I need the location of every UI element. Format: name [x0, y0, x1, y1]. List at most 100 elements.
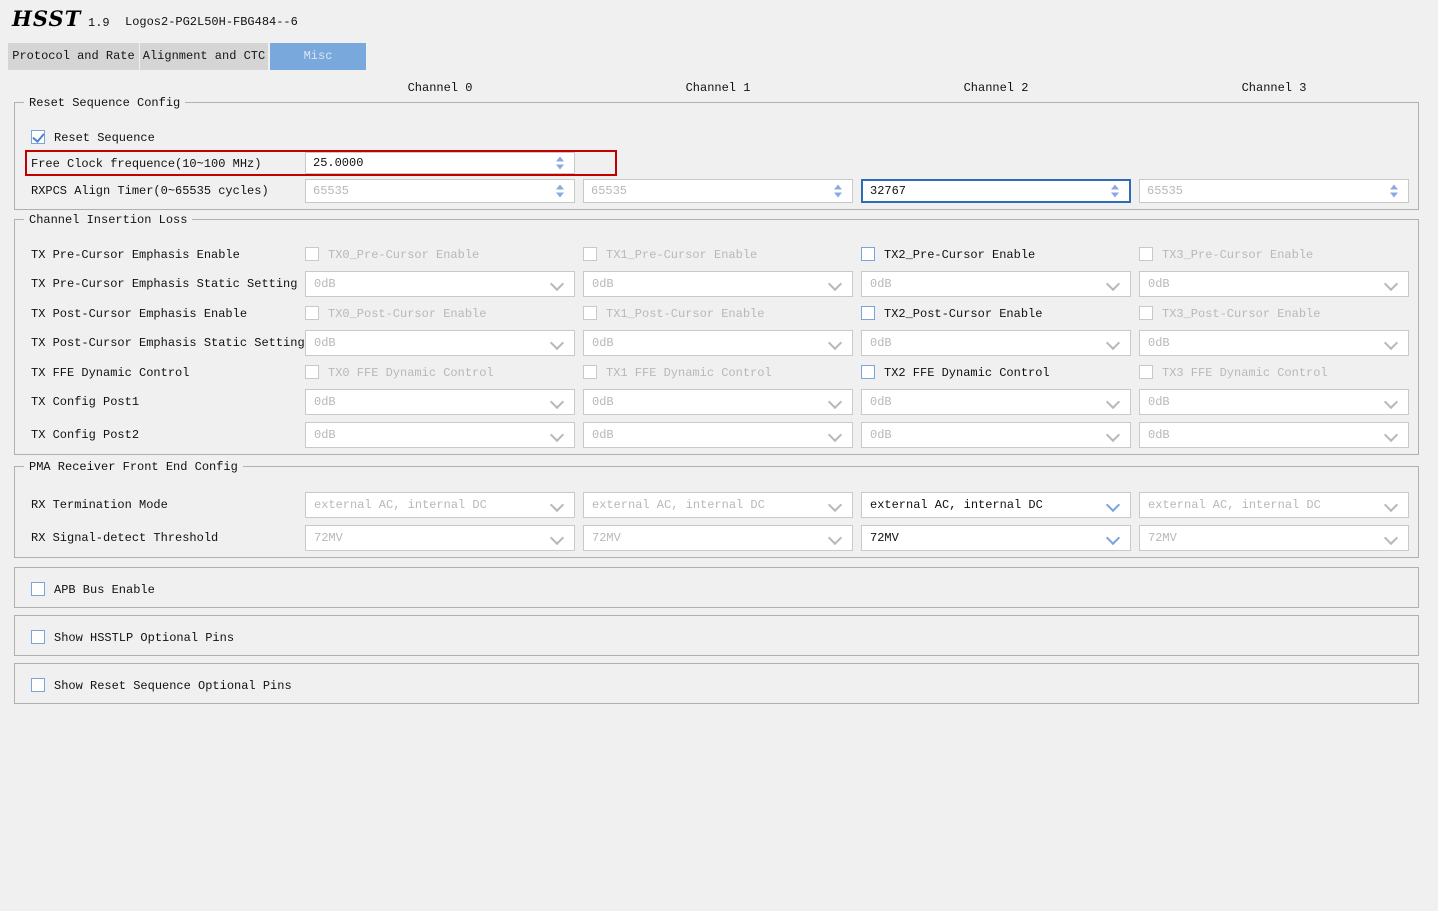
spinner-down-icon [1390, 193, 1398, 198]
rx-termination-mode-select-ch2[interactable]: external AC, internal DC [861, 492, 1131, 518]
spinner-down-icon [556, 193, 564, 198]
tx-pre-cursor-enable-label-ch0: TX0_Pre-Cursor Enable [328, 248, 479, 262]
rx-signal-detect-threshold-select-ch0: 72MV [305, 525, 575, 551]
tx-pre-cursor-static-select-ch0: 0dB [305, 271, 575, 297]
tab-protocol-and-rate[interactable]: Protocol and Rate [8, 43, 139, 70]
tx-pre-cursor-enable-checkbox-ch1 [583, 247, 597, 261]
tx-config-post1-select-ch3: 0dB [1139, 389, 1409, 415]
tab-alignment-and-ctc[interactable]: Alignment and CTC [140, 43, 268, 70]
rxpcs-align-timer-input-ch2[interactable]: 32767 [861, 179, 1131, 203]
show-hsstlp-optional-pins-label: Show HSSTLP Optional Pins [54, 631, 234, 645]
select-value: 0dB [870, 428, 892, 442]
tx-ffe-dynamic-checkbox-ch3 [1139, 365, 1153, 379]
tx-post-cursor-static-select-ch3: 0dB [1139, 330, 1409, 356]
show-reset-sequence-optional-pins-checkbox[interactable] [31, 678, 45, 692]
select-value: 0dB [870, 395, 892, 409]
tx-pre-cursor-enable-checkbox-ch2[interactable] [861, 247, 875, 261]
free-clock-value: 25.0000 [313, 156, 363, 170]
rxpcs-align-timer-input-ch1: 65535 [583, 179, 853, 203]
tab-misc[interactable]: Misc [270, 43, 366, 70]
channel-header-0: Channel 0 [305, 81, 575, 95]
chevron-down-icon [1384, 277, 1398, 291]
chevron-down-icon [1106, 531, 1120, 545]
select-value: 0dB [592, 428, 614, 442]
rxpcs-align-timer-label: RXPCS Align Timer(0~65535 cycles) [31, 184, 269, 198]
tx-pre-cursor-enable-label-ch2: TX2_Pre-Cursor Enable [884, 248, 1035, 262]
spinner-icons [556, 185, 564, 198]
tx-post-cursor-enable-checkbox-ch1 [583, 306, 597, 320]
reset-sequence-config-title: Reset Sequence Config [24, 96, 185, 110]
channel-header-1: Channel 1 [583, 81, 853, 95]
select-value: 0dB [1148, 277, 1170, 291]
select-value: external AC, internal DC [592, 498, 765, 512]
reset-sequence-label: Reset Sequence [54, 131, 155, 145]
rx-signal-detect-threshold-select-ch2[interactable]: 72MV [861, 525, 1131, 551]
apb-bus-enable-label: APB Bus Enable [54, 583, 155, 597]
select-value: external AC, internal DC [1148, 498, 1321, 512]
tx-config-post1-select-ch1: 0dB [583, 389, 853, 415]
spinner-icons[interactable] [556, 157, 564, 170]
tx-ffe-dynamic-label-ch2: TX2 FFE Dynamic Control [884, 366, 1050, 380]
spinner-icons [834, 185, 842, 198]
chevron-down-icon [550, 395, 564, 409]
tx-config-post2-select-ch1: 0dB [583, 422, 853, 448]
rxpcs-align-timer-input-ch0: 65535 [305, 179, 575, 203]
tx-ffe-dynamic-label-ch1: TX1 FFE Dynamic Control [606, 366, 772, 380]
select-value: 0dB [314, 277, 336, 291]
select-value: 72MV [314, 531, 343, 545]
tx-pre-cursor-enable-row-label: TX Pre-Cursor Emphasis Enable [31, 248, 240, 262]
spinner-icons [1390, 185, 1398, 198]
tx-post-cursor-static-row-label: TX Post-Cursor Emphasis Static Setting [31, 336, 305, 350]
select-value: 0dB [1148, 336, 1170, 350]
tx-config-post1-select-ch2: 0dB [861, 389, 1131, 415]
tx-ffe-dynamic-label-ch3: TX3 FFE Dynamic Control [1162, 366, 1328, 380]
tx-post-cursor-enable-checkbox-ch0 [305, 306, 319, 320]
spinner-up-icon[interactable] [556, 157, 564, 162]
rxpcs-align-timer-input-ch3: 65535 [1139, 179, 1409, 203]
chevron-down-icon [1384, 395, 1398, 409]
rx-termination-mode-select-ch0: external AC, internal DC [305, 492, 575, 518]
free-clock-frequency-input[interactable]: 25.0000 [305, 152, 575, 174]
tx-ffe-dynamic-checkbox-ch0 [305, 365, 319, 379]
chevron-down-icon [828, 531, 842, 545]
chevron-down-icon [1106, 395, 1120, 409]
tx-post-cursor-enable-checkbox-ch2[interactable] [861, 306, 875, 320]
spinner-down-icon[interactable] [556, 165, 564, 170]
tx-post-cursor-enable-label-ch3: TX3_Post-Cursor Enable [1162, 307, 1320, 321]
chevron-down-icon [828, 336, 842, 350]
spinner-down-icon[interactable] [1111, 193, 1119, 198]
select-value: 0dB [314, 336, 336, 350]
tx-post-cursor-enable-label-ch2: TX2_Post-Cursor Enable [884, 307, 1042, 321]
chevron-down-icon [828, 277, 842, 291]
tx-pre-cursor-static-select-ch3: 0dB [1139, 271, 1409, 297]
tx-ffe-dynamic-checkbox-ch2[interactable] [861, 365, 875, 379]
tx-ffe-dynamic-label-ch0: TX0 FFE Dynamic Control [328, 366, 494, 380]
chevron-down-icon [1106, 428, 1120, 442]
chevron-down-icon [550, 428, 564, 442]
tx-post-cursor-enable-label-ch0: TX0_Post-Cursor Enable [328, 307, 486, 321]
channel-insertion-loss-title: Channel Insertion Loss [24, 213, 192, 227]
select-value: external AC, internal DC [870, 498, 1043, 512]
tx-ffe-dynamic-checkbox-ch1 [583, 365, 597, 379]
spinner-up-icon[interactable] [1111, 185, 1119, 190]
spinner-down-icon [834, 193, 842, 198]
tx-config-post2-select-ch2: 0dB [861, 422, 1131, 448]
select-value: 72MV [870, 531, 899, 545]
select-value: 0dB [592, 395, 614, 409]
free-clock-label: Free Clock frequence(10~100 MHz) [31, 157, 261, 171]
show-hsstlp-optional-pins-checkbox[interactable] [31, 630, 45, 644]
tx-config-post2-select-ch3: 0dB [1139, 422, 1409, 448]
tx-pre-cursor-static-select-ch1: 0dB [583, 271, 853, 297]
rx-signal-detect-threshold-row-label: RX Signal-detect Threshold [31, 531, 218, 545]
tx-config-post1-select-ch0: 0dB [305, 389, 575, 415]
select-value: external AC, internal DC [314, 498, 487, 512]
rx-termination-mode-select-ch1: external AC, internal DC [583, 492, 853, 518]
chevron-down-icon [1384, 428, 1398, 442]
chevron-down-icon [550, 498, 564, 512]
select-value: 0dB [592, 277, 614, 291]
apb-bus-enable-checkbox[interactable] [31, 582, 45, 596]
rx-termination-mode-select-ch3: external AC, internal DC [1139, 492, 1409, 518]
spinner-icons[interactable] [1111, 185, 1119, 198]
reset-sequence-checkbox[interactable] [31, 130, 45, 144]
select-value: 0dB [870, 277, 892, 291]
